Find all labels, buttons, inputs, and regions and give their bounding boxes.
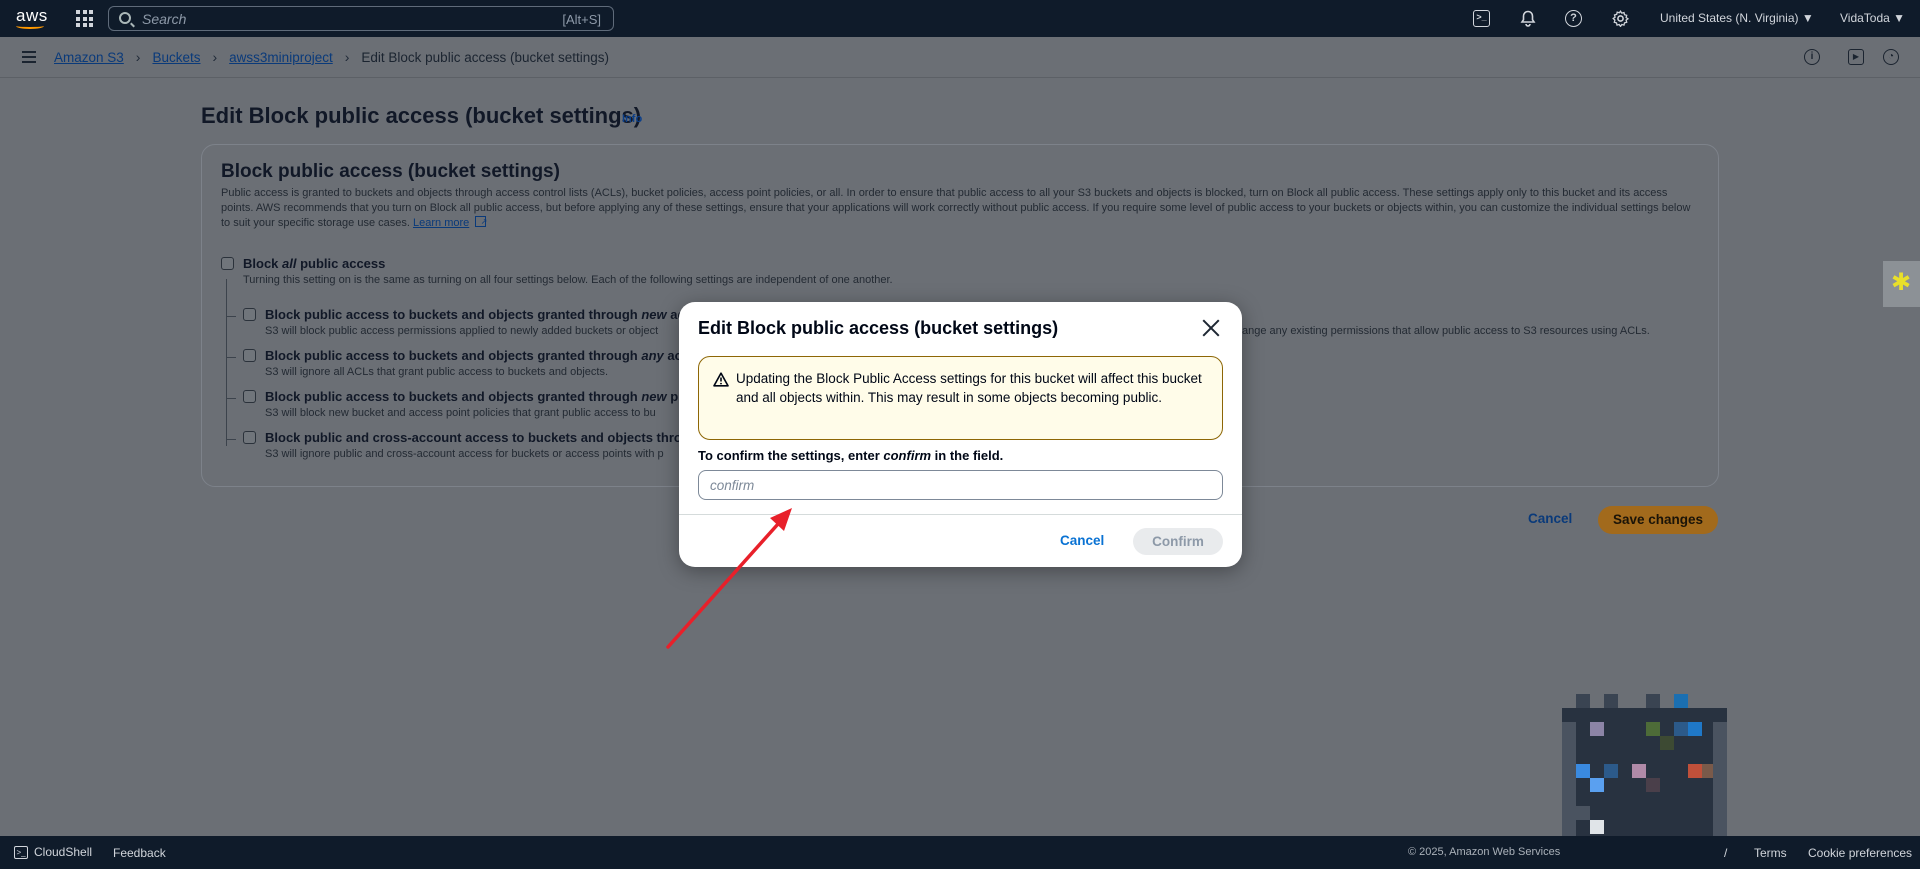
menu-icon[interactable]	[22, 51, 36, 63]
account-menu[interactable]: VidaToda ▼	[1840, 11, 1905, 25]
confirm-label: To confirm the settings, enter confirm i…	[698, 448, 1004, 463]
sparkle-icon: ✱	[1891, 269, 1912, 296]
confirm-modal: Edit Block public access (bucket setting…	[679, 302, 1242, 567]
page-cancel-button[interactable]: Cancel	[1528, 511, 1572, 526]
modal-cancel-button[interactable]: Cancel	[1060, 533, 1104, 548]
cloudshell-icon[interactable]: >_	[1473, 10, 1490, 27]
aws-logo-smile	[16, 23, 44, 29]
modal-divider	[679, 514, 1242, 515]
chevron-right-icon: ›	[212, 49, 218, 65]
cloudshell-icon: >_	[14, 845, 28, 859]
help-icon[interactable]: ?	[1565, 10, 1582, 27]
cloudshell-label: CloudShell	[34, 845, 93, 859]
footer: >_ CloudShell Feedback © 2025, Amazon We…	[0, 836, 1920, 869]
breadcrumb-bar: Amazon S3 › Buckets › awss3miniproject ›…	[0, 37, 1920, 78]
warning-text: Updating the Block Public Access setting…	[736, 371, 1202, 405]
clock-icon[interactable]: ◔	[1883, 49, 1899, 65]
search-placeholder: Search	[142, 11, 187, 27]
block-all-checkbox[interactable]	[221, 257, 234, 270]
grid-icon[interactable]	[76, 10, 93, 27]
feedback-link[interactable]: Feedback	[113, 846, 166, 860]
save-changes-button[interactable]: Save changes	[1598, 506, 1718, 534]
option-cross-account-label: Block public and cross-account access to…	[265, 430, 690, 445]
option-new-acls-description: S3 will block public access permissions …	[265, 325, 659, 337]
option-new-acls-label: Block public access to buckets and objec…	[265, 307, 692, 322]
tree-tick	[226, 398, 236, 399]
warning-icon	[713, 372, 729, 387]
option-any-acls-checkbox[interactable]	[243, 349, 256, 362]
option-new-policies-description: S3 will block new bucket and access poin…	[265, 407, 656, 419]
modal-title: Edit Block public access (bucket setting…	[698, 318, 1059, 338]
option-cross-account-checkbox[interactable]	[243, 431, 256, 444]
learn-more-link[interactable]: Learn more	[413, 217, 469, 229]
close-icon[interactable]	[1201, 318, 1221, 338]
panel-title: Block public access (bucket settings)	[221, 161, 560, 182]
panel-icon[interactable]: ▶	[1848, 49, 1864, 65]
cloudshell-button[interactable]: >_ CloudShell	[14, 845, 92, 859]
block-all-label: Block all public access	[243, 256, 386, 271]
breadcrumb-bucket[interactable]: awss3miniproject	[229, 50, 333, 65]
warning-alert: Updating the Block Public Access setting…	[698, 356, 1223, 440]
external-link-icon: ↗	[475, 216, 487, 227]
option-any-acls-description: S3 will ignore all ACLs that grant publi…	[265, 366, 609, 378]
terms-link[interactable]: Terms	[1754, 846, 1787, 860]
option-cross-account-description: S3 will ignore public and cross-account …	[265, 448, 664, 460]
search-icon	[119, 12, 131, 24]
option-new-acls-checkbox[interactable]	[243, 308, 256, 321]
search-input[interactable]: Search [Alt+S]	[108, 6, 614, 31]
option-new-policies-checkbox[interactable]	[243, 390, 256, 403]
top-navigation: aws Search [Alt+S] >_ ? United States (N…	[0, 0, 1920, 37]
block-all-description: Turning this setting on is the same as t…	[243, 274, 893, 286]
option-new-policies-label: Block public access to buckets and objec…	[265, 389, 690, 404]
modal-confirm-button[interactable]: Confirm	[1133, 528, 1223, 555]
bell-icon[interactable]	[1519, 10, 1536, 27]
tree-line	[226, 279, 227, 446]
breadcrumb-current: Edit Block public access (bucket setting…	[361, 49, 609, 65]
side-widget[interactable]: ✱	[1883, 261, 1920, 307]
info-icon[interactable]: i	[1804, 49, 1820, 65]
chevron-right-icon: ›	[344, 49, 350, 65]
tree-tick	[226, 357, 236, 358]
cookie-preferences-link[interactable]: Cookie preferences	[1808, 846, 1912, 860]
option-any-acls-label: Block public access to buckets and objec…	[265, 348, 690, 363]
chevron-right-icon: ›	[135, 49, 141, 65]
breadcrumb: Amazon S3 › Buckets › awss3miniproject ›…	[54, 49, 609, 65]
confirm-input[interactable]	[698, 470, 1223, 500]
tree-tick	[226, 439, 236, 440]
copyright-text: © 2025, Amazon Web Services	[1408, 846, 1561, 858]
page-title: Edit Block public access (bucket setting…	[201, 103, 642, 128]
tree-tick	[226, 316, 236, 317]
gear-icon[interactable]	[1612, 10, 1630, 28]
search-shortcut: [Alt+S]	[562, 12, 601, 27]
panel-description: Public access is granted to buckets and …	[221, 186, 1701, 231]
breadcrumb-amazon-s3[interactable]: Amazon S3	[54, 50, 124, 65]
info-link[interactable]: Info	[622, 113, 642, 125]
breadcrumb-buckets[interactable]: Buckets	[152, 50, 200, 65]
aws-logo[interactable]: aws	[14, 6, 48, 32]
option-new-acls-description-tail: ange any existing permissions that allow…	[1242, 325, 1650, 337]
privacy-link[interactable]: /	[1724, 846, 1727, 860]
region-selector[interactable]: United States (N. Virginia) ▼	[1660, 11, 1814, 25]
